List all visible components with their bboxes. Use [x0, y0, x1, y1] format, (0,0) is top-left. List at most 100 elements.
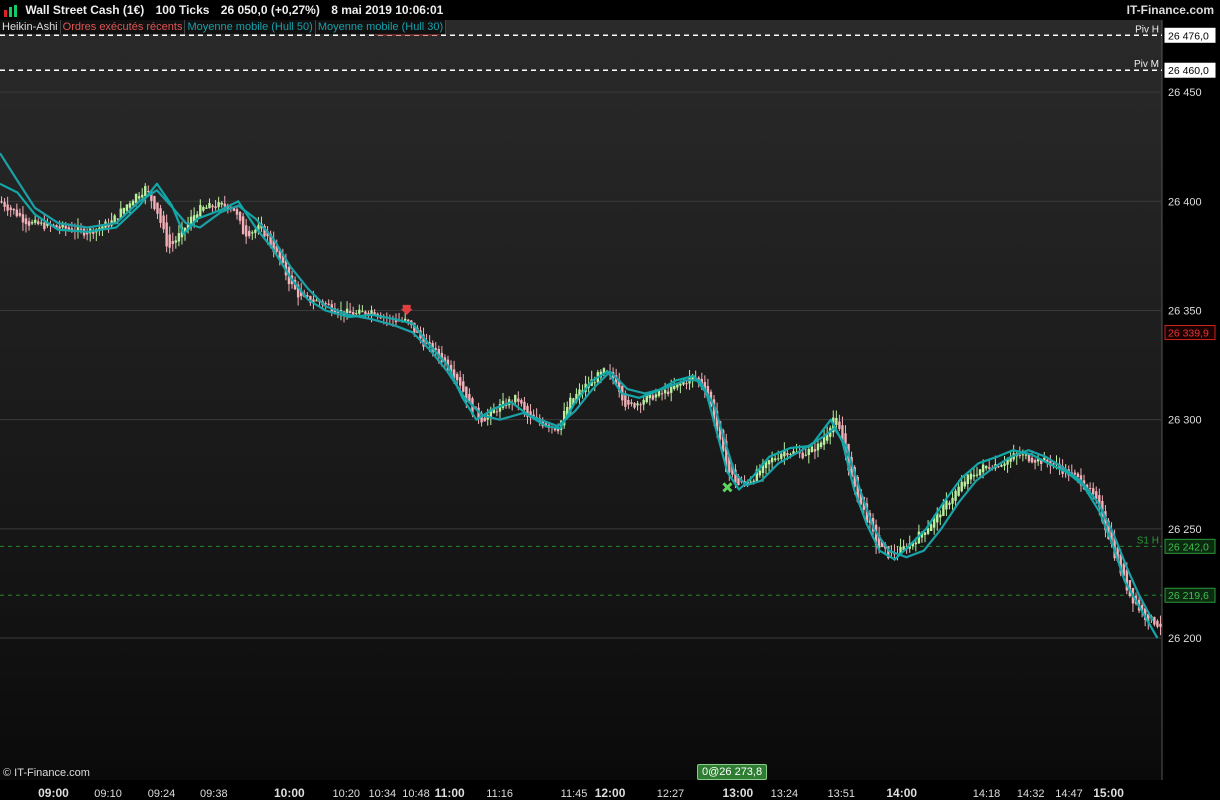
legend-item-hull-30[interactable]: Moyenne mobile (Hull 30)	[315, 20, 447, 34]
candle-body	[945, 500, 948, 510]
level-price-label: 26 219,6	[1168, 590, 1209, 602]
candle-body	[1030, 458, 1034, 463]
candle-body	[948, 502, 951, 505]
candle-body	[137, 196, 141, 199]
candle-body	[205, 207, 208, 209]
price-tick-label: 26 250	[1168, 524, 1202, 536]
candle-body	[929, 524, 933, 532]
candle-body	[633, 403, 636, 408]
candle-body	[777, 458, 780, 460]
candle-body	[951, 497, 954, 504]
time-tick-label: 10:20	[333, 788, 361, 800]
indicator-legend: Heikin-Ashi Ordres exécutés récents Moye…	[0, 20, 447, 34]
candle-body	[813, 449, 817, 452]
candle-body	[12, 208, 15, 211]
candle-body	[235, 209, 239, 215]
candle-body	[459, 377, 462, 386]
candle-body	[1003, 463, 1006, 466]
candle-body	[654, 394, 658, 398]
level-price-label: 26 476,0	[1168, 30, 1209, 42]
price-tick-label: 26 200	[1168, 633, 1202, 645]
price-tick-label: 26 400	[1168, 196, 1202, 208]
candle-body	[627, 399, 630, 405]
candle-body	[248, 230, 251, 237]
candle-body	[217, 202, 220, 208]
order-position-tag[interactable]: 0@26 273,8	[697, 764, 768, 780]
candle-body	[455, 373, 459, 381]
time-tick-label: 11:45	[561, 788, 588, 800]
candle-body	[960, 481, 963, 492]
candle-body	[254, 229, 257, 233]
candle-body	[208, 202, 211, 209]
candle-body	[639, 404, 642, 406]
candle-body	[660, 393, 664, 395]
candle-body	[923, 532, 927, 535]
candle-body	[113, 215, 116, 224]
candle-body	[517, 398, 520, 402]
candle-body	[988, 467, 991, 469]
candle-body	[679, 383, 682, 386]
candle-body	[27, 221, 31, 226]
candle-body	[1000, 464, 1003, 467]
candle-body	[462, 381, 465, 392]
candle-body	[642, 399, 645, 405]
candle-body	[211, 205, 214, 208]
candle-body	[43, 222, 46, 230]
candle-body	[37, 221, 40, 225]
candle-body	[40, 222, 43, 224]
candle-body	[673, 385, 676, 390]
candle-body	[162, 215, 165, 230]
time-tick-label: 12:00	[595, 786, 626, 800]
price-chart[interactable]: 26 200 26 250 26 300 26 350 26 400 26 450 09:0…	[0, 0, 1220, 800]
candle-body	[244, 225, 248, 237]
legend-item-heikin-ashi[interactable]: Heikin-Ashi	[0, 20, 61, 34]
candle-body	[223, 203, 226, 207]
candle-body	[171, 241, 174, 245]
candle-body	[975, 474, 979, 476]
time-tick-label: 11:16	[486, 788, 513, 800]
candle-body	[199, 205, 202, 217]
time-tick-label: 15:00	[1093, 786, 1124, 800]
candle-body	[24, 218, 28, 225]
time-tick-label: 09:24	[148, 788, 176, 800]
candle-body	[165, 222, 168, 247]
candle-body	[666, 391, 670, 395]
time-tick-label: 14:32	[1017, 788, 1045, 800]
candle-body	[251, 232, 254, 234]
candle-body	[238, 211, 242, 221]
time-tick-label: 09:38	[200, 788, 228, 800]
candle-body	[355, 313, 358, 315]
candle-body	[767, 460, 771, 465]
candle-body	[1088, 487, 1092, 489]
candle-body	[116, 218, 119, 220]
legend-item-hull-50[interactable]: Moyenne mobile (Hull 50)	[185, 20, 316, 34]
candle-body	[220, 202, 223, 205]
candle-body	[140, 194, 144, 198]
time-tick-label: 10:00	[274, 786, 305, 800]
candle-body	[214, 206, 217, 208]
candle-body	[370, 310, 373, 315]
candle-body	[514, 394, 517, 403]
time-tick-label: 09:10	[94, 788, 122, 800]
candle-body	[1033, 460, 1037, 463]
candle-body	[18, 212, 22, 216]
copyright-label: © IT-Finance.com	[3, 767, 90, 779]
candle-body	[651, 395, 655, 400]
time-tick-label: 10:34	[369, 788, 397, 800]
candle-body	[770, 457, 774, 463]
candle-body	[1018, 454, 1022, 456]
candle-body	[914, 542, 918, 545]
price-axis-panel	[1162, 20, 1220, 780]
time-tick-label: 14:18	[973, 788, 1001, 800]
candle-body	[144, 186, 147, 197]
level-price-label: 26 460,0	[1168, 65, 1209, 77]
candle-body	[804, 454, 807, 456]
time-tick-label: 09:00	[38, 786, 69, 800]
candle-body	[153, 196, 156, 210]
candle-body	[168, 234, 171, 248]
candle-body	[122, 207, 126, 214]
legend-item-recent-orders[interactable]: Ordres exécutés récents	[60, 20, 186, 34]
candle-body	[969, 473, 973, 480]
candle-body	[15, 209, 19, 217]
candle-body	[67, 227, 71, 230]
